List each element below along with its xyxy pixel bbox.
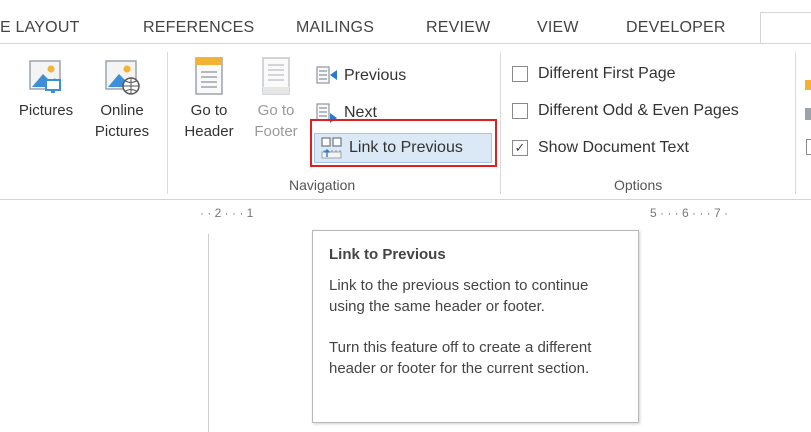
tab-references[interactable]: REFERENCES xyxy=(143,19,254,37)
annotation-highlight-box xyxy=(310,119,497,167)
show-document-text-label: Show Document Text xyxy=(538,139,689,156)
online-pictures-label-line1: Online xyxy=(100,102,144,119)
navigation-group-label: Navigation xyxy=(289,177,356,193)
go-to-header-label-line2: Header xyxy=(184,123,234,140)
checkmark-icon[interactable]: ✓ xyxy=(512,140,528,156)
ruler-right-marks: 5 · · · 6 · · · 7 · xyxy=(650,206,728,220)
pictures-label: Pictures xyxy=(18,102,74,119)
show-document-text-checkbox[interactable]: ✓ Show Document Text xyxy=(512,139,689,157)
tab-review[interactable]: REVIEW xyxy=(426,19,490,37)
group-separator xyxy=(500,52,501,194)
tooltip-title: Link to Previous xyxy=(329,246,446,263)
ribbon-tab-bar: E LAYOUT REFERENCES MAILINGS REVIEW VIEW… xyxy=(0,0,811,45)
tooltip-tip: Turn this feature off to create a differ… xyxy=(329,339,592,377)
different-odd-even-pages-checkbox[interactable]: Different Odd & Even Pages xyxy=(512,102,739,120)
pictures-icon xyxy=(29,60,61,93)
tab-view[interactable]: VIEW xyxy=(537,19,579,37)
go-to-footer-button[interactable]: Go to Footer xyxy=(246,56,306,142)
previous-button[interactable]: Previous xyxy=(316,61,406,91)
different-first-page-label: Different First Page xyxy=(538,65,676,82)
options-group-label: Options xyxy=(614,177,663,193)
online-pictures-icon xyxy=(105,60,140,95)
tooltip-description: Link to the previous section to continue… xyxy=(329,277,589,315)
checkbox-box[interactable] xyxy=(512,66,528,82)
position-field-edge xyxy=(806,139,811,155)
go-to-footer-label-line2: Footer xyxy=(254,123,298,140)
online-pictures-label-line2: Pictures xyxy=(94,123,150,140)
go-to-header-icon xyxy=(195,57,223,95)
previous-label: Previous xyxy=(344,67,407,84)
position-icon xyxy=(805,108,811,120)
tab-mailings[interactable]: MAILINGS xyxy=(296,19,374,37)
pictures-button[interactable]: Pictures xyxy=(12,56,80,121)
go-to-header-label-line1: Go to xyxy=(190,102,228,119)
horizontal-ruler[interactable]: · · 2 · · · 1 5 · · · 6 · · · 7 · xyxy=(200,206,728,224)
page-edge xyxy=(208,234,209,432)
tab-developer[interactable]: DEVELOPER xyxy=(626,19,726,37)
different-odd-even-pages-label: Different Odd & Even Pages xyxy=(538,102,739,119)
go-to-header-button[interactable]: Go to Header xyxy=(178,56,240,142)
tab-header-footer-design[interactable] xyxy=(760,12,811,45)
checkbox-box[interactable] xyxy=(512,103,528,119)
go-to-footer-icon xyxy=(262,57,290,95)
online-pictures-button[interactable]: Online Pictures xyxy=(88,56,156,142)
different-first-page-checkbox[interactable]: Different First Page xyxy=(512,65,676,83)
group-separator xyxy=(795,52,796,194)
link-to-previous-tooltip: Link to Previous Link to the previous se… xyxy=(312,230,639,423)
ruler-left-marks: · · 2 · · · 1 xyxy=(200,206,254,220)
go-to-footer-label-line1: Go to xyxy=(257,102,295,119)
group-separator xyxy=(167,52,168,194)
tab-page-layout[interactable]: E LAYOUT xyxy=(0,19,80,37)
previous-icon xyxy=(316,66,337,84)
position-icon xyxy=(805,80,811,90)
